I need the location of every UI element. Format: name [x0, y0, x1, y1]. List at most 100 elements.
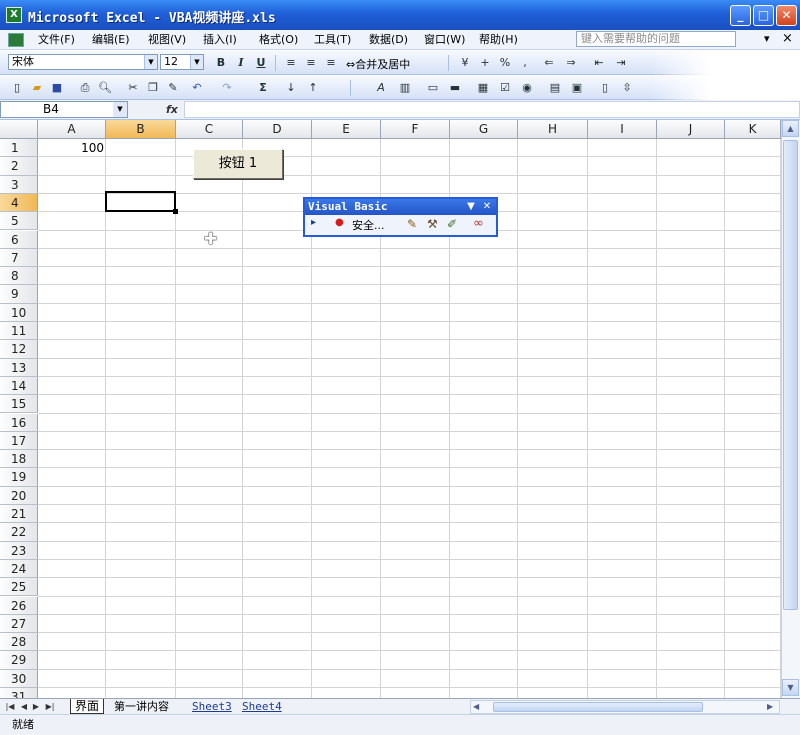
row-header-25[interactable]: 25: [0, 578, 38, 597]
vb-editor-icon[interactable]: ✎: [407, 217, 417, 231]
script-editor-icon[interactable]: ∞: [473, 216, 484, 231]
control-toolbox-icon[interactable]: ⚒: [427, 217, 438, 231]
toolbar-options-icon[interactable]: ▼: [465, 199, 477, 215]
chevron-down-icon[interactable]: ▾: [764, 32, 770, 45]
row-header-15[interactable]: 15: [0, 395, 38, 414]
menu-insert[interactable]: 插入(I): [203, 32, 237, 48]
form-button-1[interactable]: 按钮 1: [193, 149, 283, 179]
drawing-text-icon[interactable]: A: [372, 79, 390, 97]
bold-button[interactable]: B: [212, 54, 230, 72]
menu-tools[interactable]: 工具(T): [314, 32, 351, 48]
grid-icon[interactable]: ▦: [474, 79, 492, 97]
sheet-icon[interactable]: [8, 33, 24, 47]
menu-view[interactable]: 视图(V): [148, 32, 186, 48]
row-header-13[interactable]: 13: [0, 358, 38, 377]
column-header-i[interactable]: I: [588, 120, 657, 139]
merge-center-button[interactable]: ⇔合并及居中: [346, 56, 410, 72]
row-header-27[interactable]: 27: [0, 614, 38, 634]
align-right-icon[interactable]: ≡: [322, 54, 340, 72]
row-header-12[interactable]: 12: [0, 340, 38, 359]
print-preview-icon[interactable]: 🔍︎: [96, 79, 114, 97]
comma-style-icon[interactable]: ,: [516, 54, 534, 72]
row-header-29[interactable]: 29: [0, 651, 38, 670]
row-header-1[interactable]: 1: [0, 139, 38, 158]
increase-decimal-icon[interactable]: ⇐: [540, 54, 558, 72]
row-header-26[interactable]: 26: [0, 596, 38, 615]
maximize-button[interactable]: □: [753, 5, 774, 26]
vertical-scrollbar[interactable]: ▲ ▼: [781, 120, 800, 698]
row-header-21[interactable]: 21: [0, 505, 38, 524]
list-box-icon[interactable]: ▤: [546, 79, 564, 97]
menu-file[interactable]: 文件(F): [38, 32, 75, 48]
sheet-tab-1[interactable]: 第一讲内容: [110, 699, 173, 714]
row-header-28[interactable]: 28: [0, 633, 38, 652]
row-header-20[interactable]: 20: [0, 486, 38, 505]
open-folder-icon[interactable]: ▰: [28, 79, 46, 97]
row-header-4[interactable]: 4: [0, 193, 38, 213]
row-header-9[interactable]: 9: [0, 285, 38, 304]
frame-icon[interactable]: ▭: [424, 79, 442, 97]
scroll-down-icon[interactable]: ▼: [782, 679, 799, 696]
decrease-decimal-icon[interactable]: ⇒: [562, 54, 580, 72]
row-header-3[interactable]: 3: [0, 175, 38, 194]
record-macro-icon[interactable]: ●: [335, 217, 344, 228]
row-header-8[interactable]: 8: [0, 267, 38, 286]
row-header-19[interactable]: 19: [0, 468, 38, 487]
menu-edit[interactable]: 编辑(E): [92, 32, 130, 48]
menu-help[interactable]: 帮助(H): [479, 32, 518, 48]
cut-icon[interactable]: ✂: [124, 79, 142, 97]
chart-icon[interactable]: ▥: [396, 79, 414, 97]
scroll-left-icon[interactable]: ◀: [473, 701, 479, 713]
cell-a1[interactable]: 100: [40, 140, 104, 157]
format-painter-icon[interactable]: ✎: [164, 79, 182, 97]
font-name-combo[interactable]: 宋体 ▼: [8, 54, 158, 70]
row-header-22[interactable]: 22: [0, 523, 38, 542]
scroll-right-icon[interactable]: ▶: [767, 701, 773, 713]
chevron-down-icon[interactable]: ▼: [113, 102, 127, 117]
new-file-icon[interactable]: ▯: [8, 79, 26, 97]
column-header-k[interactable]: K: [725, 120, 781, 139]
column-header-e[interactable]: E: [312, 120, 381, 139]
align-left-icon[interactable]: ≡: [282, 54, 300, 72]
row-header-10[interactable]: 10: [0, 303, 38, 322]
row-header-5[interactable]: 5: [0, 212, 38, 231]
chevron-down-icon[interactable]: ▼: [144, 55, 157, 69]
percent-button[interactable]: %: [496, 54, 514, 72]
row-header-16[interactable]: 16: [0, 413, 38, 432]
horizontal-scrollbar[interactable]: ◀ ▶: [470, 700, 780, 714]
undo-icon[interactable]: ↶: [188, 79, 206, 97]
label-icon[interactable]: ▬: [446, 79, 464, 97]
visual-basic-toolbar[interactable]: Visual Basic ▼ ✕ ▸ ● 安全... ✎ ⚒ ✐ ∞: [303, 197, 498, 237]
sort-descending-icon[interactable]: ↑: [304, 79, 322, 97]
excel-icon[interactable]: X: [6, 7, 22, 23]
save-icon[interactable]: ■: [48, 79, 66, 97]
option-button-icon[interactable]: ◉: [518, 79, 536, 97]
vertical-scroll-thumb[interactable]: [783, 140, 798, 610]
run-macro-icon[interactable]: ▸: [311, 217, 316, 228]
row-header-2[interactable]: 2: [0, 157, 38, 176]
row-header-30[interactable]: 30: [0, 669, 38, 688]
row-header-7[interactable]: 7: [0, 248, 38, 268]
underline-button[interactable]: U: [252, 54, 270, 72]
column-header-b[interactable]: B: [106, 120, 176, 139]
redo-icon[interactable]: ↷: [218, 79, 236, 97]
column-header-c[interactable]: C: [176, 120, 243, 139]
spinner-icon[interactable]: ⇳: [618, 79, 636, 97]
sheet-tab-0[interactable]: 界面: [70, 699, 105, 714]
print-icon[interactable]: ⎙: [76, 79, 94, 97]
close-workbook-icon[interactable]: ×: [782, 31, 793, 46]
row-header-31[interactable]: 31: [0, 688, 38, 698]
formula-input[interactable]: [184, 101, 800, 118]
scroll-up-icon[interactable]: ▲: [782, 120, 799, 137]
row-header-14[interactable]: 14: [0, 376, 38, 396]
chevron-down-icon[interactable]: ▼: [190, 55, 203, 69]
column-header-j[interactable]: J: [657, 120, 725, 139]
column-header-a[interactable]: A: [38, 120, 106, 139]
autosum-icon[interactable]: Σ: [254, 79, 272, 97]
row-header-11[interactable]: 11: [0, 322, 38, 341]
row-header-24[interactable]: 24: [0, 559, 38, 579]
sheet-tab-3[interactable]: Sheet4: [238, 699, 286, 714]
row-header-17[interactable]: 17: [0, 431, 38, 451]
font-size-combo[interactable]: 12 ▼: [160, 54, 204, 70]
align-center-icon[interactable]: ≡: [302, 54, 320, 72]
